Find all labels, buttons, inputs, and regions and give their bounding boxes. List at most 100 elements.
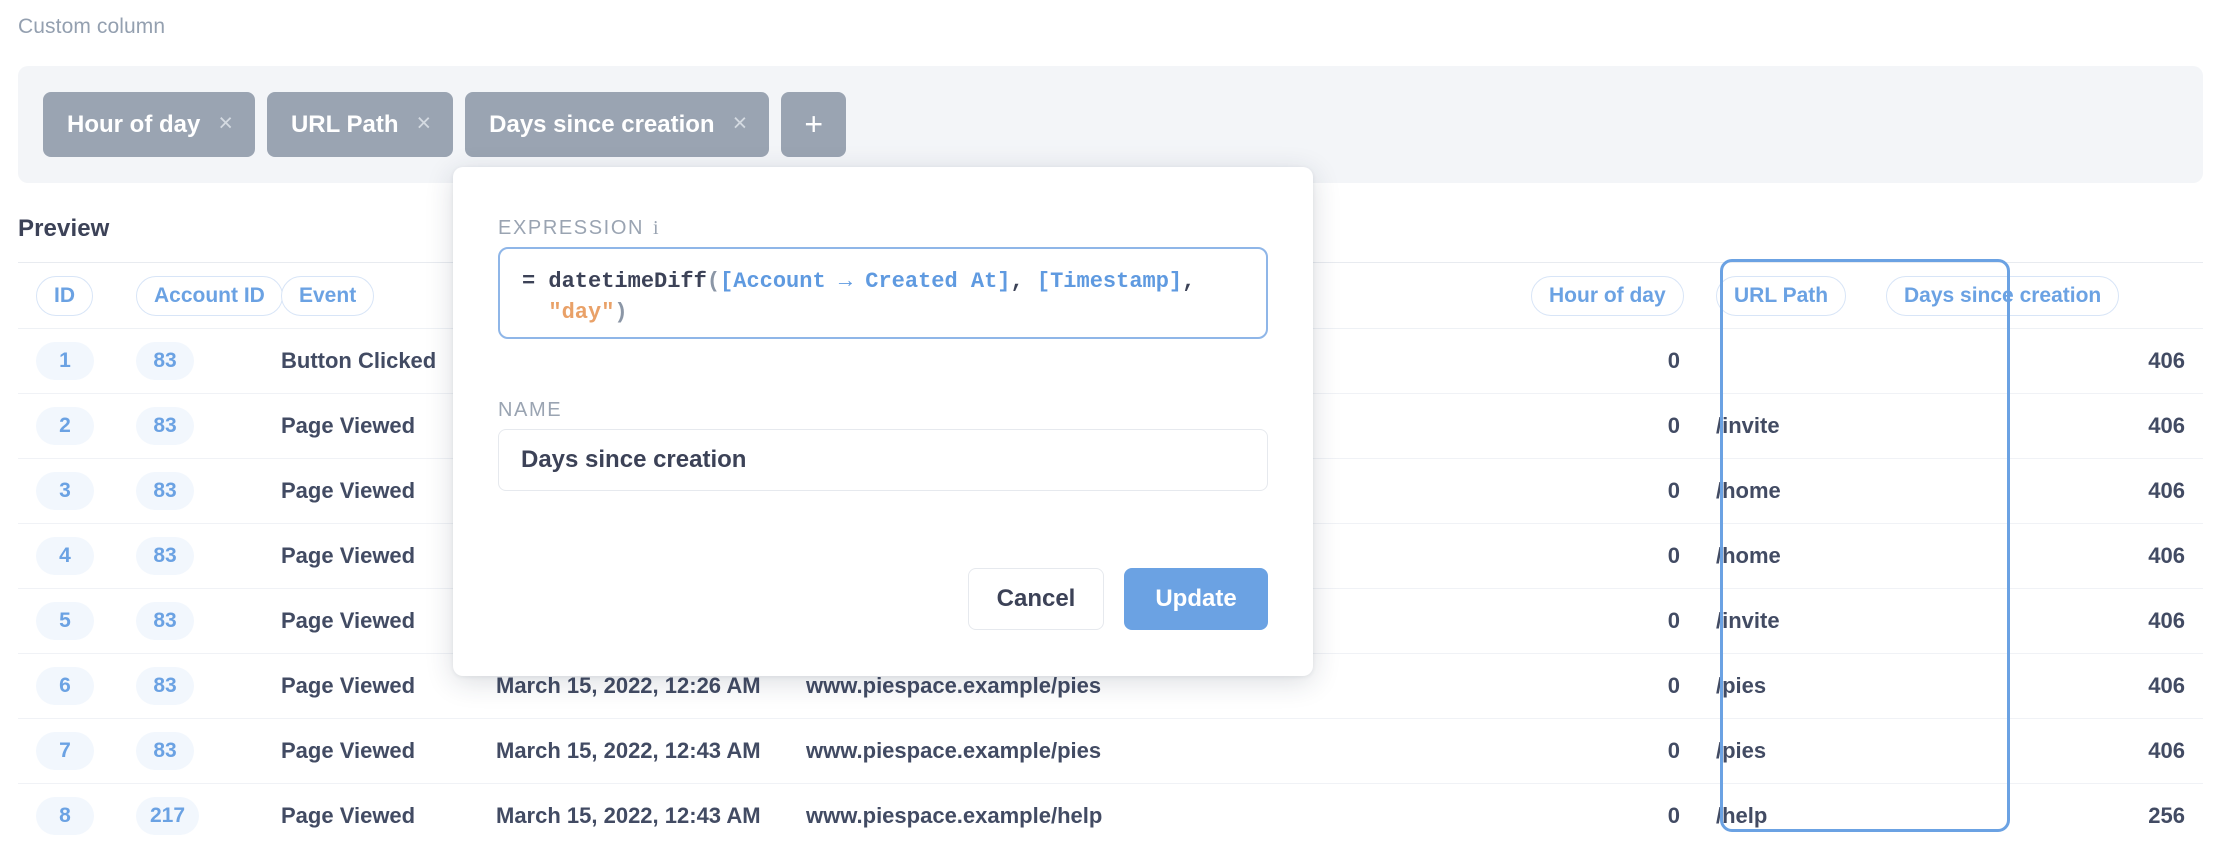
plus-icon: + <box>804 106 824 142</box>
cell-days-since-creation: 406 <box>1868 458 2203 524</box>
column-header-pill[interactable]: ID <box>36 275 93 316</box>
cell-hour-of-day: 0 <box>1513 718 1698 784</box>
chip-label: URL Path <box>290 110 399 138</box>
expression-close-paren: ) <box>614 300 628 326</box>
cell-url-path: /help <box>1716 803 1768 829</box>
add-custom-column-button[interactable]: + <box>781 92 847 157</box>
expression-arg-1: [Account → Created At] <box>720 269 1011 294</box>
cell-event: Page Viewed <box>281 803 416 829</box>
cell-url-path <box>1698 328 1868 394</box>
cell-timestamp: March 15, 2022, 12:43 AM <box>478 718 788 784</box>
close-icon[interactable]: × <box>218 111 233 136</box>
expression-arg-3: "day" <box>548 300 615 326</box>
expression-separator-1: , <box>1010 269 1037 294</box>
table-row[interactable]: 7 83 Page Viewed March 15, 2022, 12:43 A… <box>18 718 2203 784</box>
cell-hour-of-day: 0 <box>1513 523 1698 589</box>
column-header-hour-of-day[interactable]: Hour of day <box>1513 262 1698 329</box>
cell-hour-of-day: 0 <box>1513 458 1698 524</box>
chip-hour-of-day[interactable]: Hour of day × <box>43 92 255 157</box>
cell-days-since-creation: 256 <box>2148 803 2185 829</box>
cancel-button[interactable]: Cancel <box>968 568 1104 630</box>
update-button[interactable]: Update <box>1124 568 1268 630</box>
cell-account-id: 83 <box>136 342 194 380</box>
close-icon[interactable]: × <box>733 111 748 136</box>
column-header-account-id[interactable]: Account ID <box>118 262 283 329</box>
cell-hour-of-day: 0 <box>1513 393 1698 459</box>
cell-id: 4 <box>36 537 94 575</box>
name-input[interactable]: Days since creation <box>498 429 1268 491</box>
expression-equals: = <box>522 269 536 294</box>
cell-id: 3 <box>36 472 94 510</box>
expression-label-text: EXPRESSION <box>498 217 645 239</box>
column-header-pill[interactable]: URL Path <box>1716 275 1847 316</box>
cell-account-id: 83 <box>136 407 194 445</box>
cell-url-path: /invite <box>1698 588 1868 654</box>
page-title: Preview <box>18 215 110 242</box>
table-row[interactable]: 8 217 Page Viewed March 15, 2022, 12:43 … <box>18 784 2203 848</box>
custom-column-label: Custom column <box>18 15 166 38</box>
chip-days-since-creation[interactable]: Days since creation × <box>465 92 770 157</box>
cell-days-since-creation: 406 <box>1868 328 2203 394</box>
cell-account-id: 83 <box>136 472 194 510</box>
cell-days-since-creation: 406 <box>1868 718 2203 784</box>
cell-account-id: 217 <box>136 797 200 836</box>
cell-id: 6 <box>36 667 94 705</box>
column-header-pill[interactable]: Account ID <box>136 275 283 316</box>
cell-url-path: /pies <box>1698 718 1868 784</box>
expression-arg-2: [Timestamp] <box>1036 269 1183 294</box>
column-header-pill[interactable]: Hour of day <box>1531 275 1684 316</box>
cell-days-since-creation: 406 <box>1868 588 2203 654</box>
cell-label <box>1193 784 1513 848</box>
chip-label: Hour of day <box>67 110 201 138</box>
cell-url: www.piespace.example/help <box>806 803 1103 829</box>
custom-column-screen: Custom column Hour of day × URL Path × D… <box>0 0 2218 848</box>
cell-timestamp: March 15, 2022, 12:43 AM <box>496 803 761 829</box>
name-input-value: Days since creation <box>521 446 747 473</box>
cell-hour-of-day: 0 <box>1667 803 1680 829</box>
column-header-pill[interactable]: Event <box>281 275 375 316</box>
cell-event: Page Viewed <box>263 718 478 784</box>
cell-id: 7 <box>36 732 94 770</box>
cell-days-since-creation: 406 <box>1868 393 2203 459</box>
expression-separator-2: , <box>1182 269 1196 294</box>
cell-event: Page Viewed <box>263 653 478 719</box>
chip-url-path[interactable]: URL Path × <box>266 92 454 157</box>
cell-url: www.piespace.example/pies <box>788 718 1193 784</box>
column-header-days-since-creation[interactable]: Days since creation <box>1868 262 2203 329</box>
column-header-url-path[interactable]: URL Path <box>1698 262 1868 329</box>
info-icon[interactable]: i <box>653 217 660 240</box>
cell-account-id: 83 <box>136 602 194 640</box>
custom-column-chips-panel: Hour of day × URL Path × Days since crea… <box>18 66 2203 183</box>
cell-event: Page Viewed <box>263 458 478 524</box>
cell-days-since-creation: 406 <box>1868 653 2203 719</box>
close-icon[interactable]: × <box>417 111 432 136</box>
cell-label <box>1193 718 1513 784</box>
name-field-label: NAME <box>498 399 563 421</box>
cell-event: Page Viewed <box>263 393 478 459</box>
column-header-pill[interactable]: Days since creation <box>1886 275 2120 316</box>
cell-id: 8 <box>36 797 94 836</box>
cell-event: Page Viewed <box>263 588 478 654</box>
cell-url-path: /home <box>1698 458 1868 524</box>
cell-id: 1 <box>36 342 94 380</box>
chip-label: Days since creation <box>489 110 715 138</box>
cell-url-path: /home <box>1698 523 1868 589</box>
cell-id: 5 <box>36 602 94 640</box>
cell-hour-of-day: 0 <box>1513 588 1698 654</box>
expression-open-paren: ( <box>706 269 721 294</box>
column-header-event[interactable]: Event <box>263 262 478 329</box>
column-header-id[interactable]: ID <box>18 262 118 329</box>
expression-field-label: EXPRESSION i <box>498 217 660 240</box>
custom-column-editor-modal: EXPRESSION i = datetimeDiff([Account → Cr… <box>453 167 1313 676</box>
cell-id: 2 <box>36 407 94 445</box>
cell-account-id: 83 <box>136 667 194 705</box>
cell-days-since-creation: 406 <box>1868 523 2203 589</box>
cell-account-id: 83 <box>136 732 194 770</box>
expression-function-name: datetimeDiff <box>548 269 707 294</box>
cell-account-id: 83 <box>136 537 194 575</box>
modal-actions: Cancel Update <box>968 568 1268 630</box>
expression-input[interactable]: = datetimeDiff([Account → Created At], [… <box>498 247 1268 339</box>
cell-hour-of-day: 0 <box>1513 653 1698 719</box>
cell-hour-of-day: 0 <box>1513 328 1698 394</box>
cell-event: Page Viewed <box>263 523 478 589</box>
